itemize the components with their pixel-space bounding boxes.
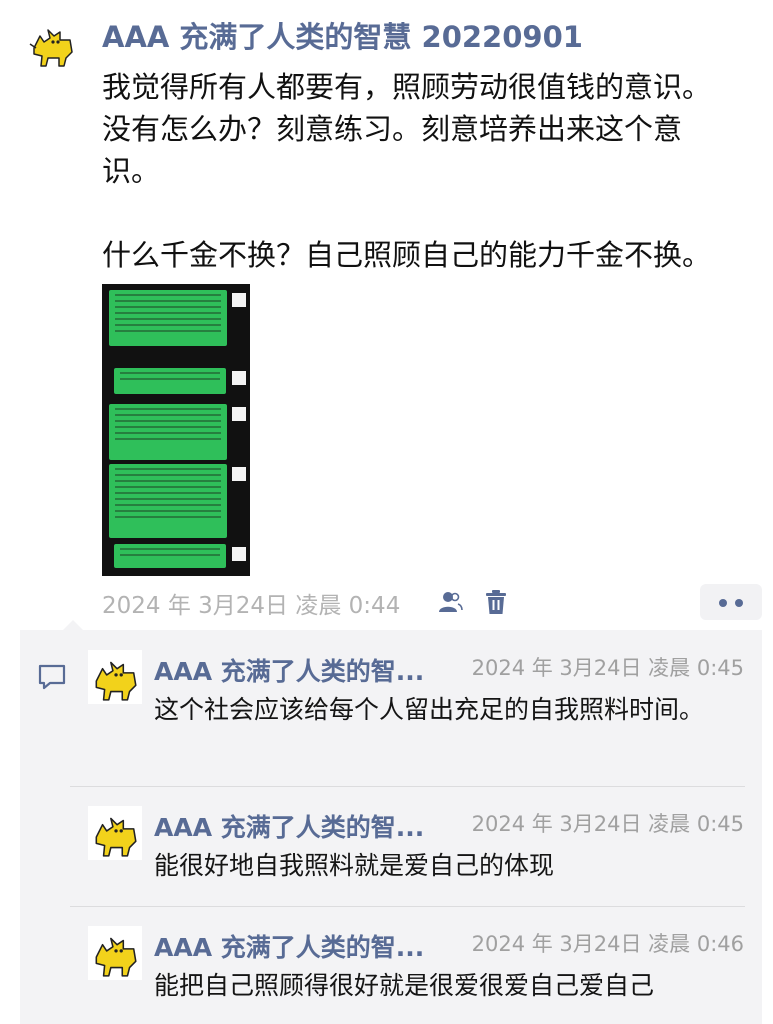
trash-icon[interactable] xyxy=(482,588,510,616)
moments-post-detail: AAA 充满了人类的智慧 20220901 我觉得所有人都要有，照顾劳动很值钱的… xyxy=(0,0,773,1024)
comment-icon xyxy=(38,664,66,690)
image-chat-message xyxy=(102,404,250,464)
commenter-cat-avatar-icon[interactable] xyxy=(88,926,142,980)
comment-text[interactable]: 能把自己照顾得很好就是很爱很爱自己爱自己 xyxy=(154,968,744,1004)
comment-text[interactable]: 这个社会应该给每个人留出充足的自我照料时间。 xyxy=(154,692,744,728)
image-chat-message xyxy=(102,544,250,570)
comment-text[interactable]: 能很好地自我照料就是爱自己的体现 xyxy=(154,848,744,884)
post-timestamp: 2024 年 3月24日 凌晨 0:44 xyxy=(102,593,401,619)
comment-time: 2024 年 3月24日 凌晨 0:46 xyxy=(471,932,744,956)
image-chat-message xyxy=(102,464,250,540)
comment-divider xyxy=(70,786,745,787)
commenter-cat-avatar-icon[interactable] xyxy=(88,806,142,860)
post-text: 我觉得所有人都要有，照顾劳动很值钱的意识。 没有怎么办？刻意练习。刻意培养出来这… xyxy=(102,70,712,272)
comment-author[interactable]: AAA 充满了人类的智... xyxy=(154,652,444,688)
comment-time: 2024 年 3月24日 凌晨 0:45 xyxy=(471,656,744,680)
comment-author[interactable]: AAA 充满了人类的智... xyxy=(154,808,444,844)
post-author-name[interactable]: AAA 充满了人类的智慧 20220901 xyxy=(102,14,583,56)
image-chat-message xyxy=(102,290,250,348)
image-chat-message xyxy=(102,368,250,396)
people-icon[interactable] xyxy=(436,588,464,616)
comment-divider xyxy=(70,906,745,907)
comments-pointer xyxy=(63,620,83,630)
comment-time: 2024 年 3月24日 凌晨 0:45 xyxy=(471,812,744,836)
more-dots-icon[interactable] xyxy=(700,584,762,620)
post-image-thumbnail[interactable] xyxy=(102,284,250,576)
cat-avatar-icon[interactable] xyxy=(26,18,78,70)
commenter-cat-avatar-icon[interactable] xyxy=(88,650,142,704)
comment-author[interactable]: AAA 充满了人类的智... xyxy=(154,928,444,964)
